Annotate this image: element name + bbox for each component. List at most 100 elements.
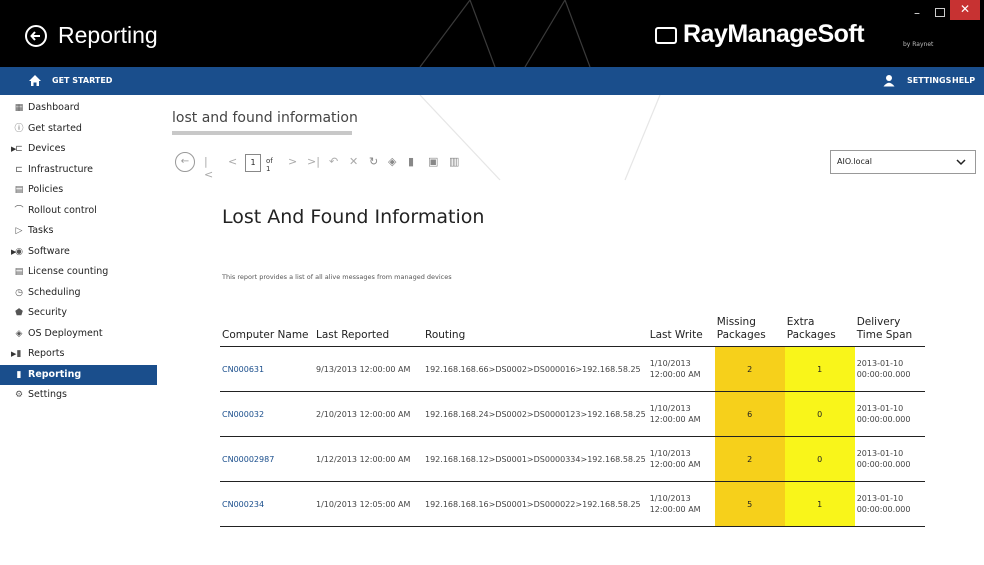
sidebar-item-label: Security xyxy=(28,307,68,318)
table-row: CN000234 1/10/2013 12:05:00 AM 192.168.1… xyxy=(220,481,925,527)
back-button[interactable] xyxy=(25,25,47,47)
sidebar-item-label: Scheduling xyxy=(28,286,81,298)
delivery-time-span-cell: 2013-01-10 00:00:00.000 xyxy=(854,481,925,527)
stop-icon[interactable]: ✕ xyxy=(349,155,358,168)
routing-cell: 192.168.168.66>DS0002>DS000016>192.168.5… xyxy=(423,346,648,392)
zoom-icon[interactable]: ◈ xyxy=(388,155,396,168)
table-row: CN000032 2/10/2013 12:00:00 AM 192.168.1… xyxy=(220,391,925,437)
first-page-icon[interactable]: |< xyxy=(204,155,213,181)
shield-icon: ⬟ xyxy=(15,308,23,318)
last-reported-cell: 9/13/2013 12:00:00 AM xyxy=(314,346,423,392)
nav-help[interactable]: HELP xyxy=(952,76,975,85)
maximize-button[interactable] xyxy=(935,8,945,17)
sidebar-item-label: License counting xyxy=(28,266,109,277)
toolbar-back-button[interactable]: ← xyxy=(175,152,195,172)
extra-packages-cell: 0 xyxy=(784,391,855,437)
minimize-button[interactable]: – xyxy=(914,6,920,20)
brand-name: RayManageSoft xyxy=(683,20,865,48)
chevron-down-icon xyxy=(956,159,966,166)
page-breadcrumb: lost and found information xyxy=(172,110,358,126)
computer-name-link[interactable]: CN000032 xyxy=(220,391,314,437)
rollout-icon: ⌒ xyxy=(14,205,24,216)
missing-packages-cell: 5 xyxy=(714,481,785,527)
sidebar-item-label: Tasks xyxy=(28,225,54,236)
nav-bar: GET STARTED SETTINGS HELP xyxy=(0,67,984,95)
sidebar-item-settings[interactable]: ⚙ Settings xyxy=(0,385,157,406)
sidebar-item-label: Settings xyxy=(28,389,67,400)
table-row: CN000631 9/13/2013 12:00:00 AM 192.168.1… xyxy=(220,346,925,392)
breadcrumb-underline xyxy=(172,131,352,135)
sidebar-item-label: Reports xyxy=(28,348,65,359)
sidebar-item-scheduling[interactable]: ◷ Scheduling xyxy=(0,283,157,304)
print-layout-icon[interactable]: ▮ xyxy=(408,155,414,168)
sidebar-item-label: Software xyxy=(28,245,70,257)
brand-logo-icon xyxy=(655,27,677,44)
last-write-cell: 1/10/2013 12:00:00 AM xyxy=(647,436,715,482)
parent-report-icon[interactable]: ↶ xyxy=(329,155,338,168)
column-header-missing-packages: Missing Packages xyxy=(716,316,766,341)
domain-select-value: AIO.local xyxy=(837,157,872,166)
sidebar-item-os-deployment[interactable]: ◈ OS Deployment xyxy=(0,324,157,345)
sidebar-item-label: Policies xyxy=(28,184,64,195)
missing-packages-cell: 2 xyxy=(714,436,785,482)
sidebar-item-reports[interactable]: ▶ ▮ Reports xyxy=(0,344,157,365)
deployment-icon: ◈ xyxy=(15,328,23,339)
last-write-cell: 1/10/2013 12:00:00 AM xyxy=(647,391,715,437)
table-row: CN00002987 1/12/2013 12:00:00 AM 192.168… xyxy=(220,436,925,482)
report-table: Computer Name Last Reported Routing Last… xyxy=(220,316,925,527)
sidebar-item-rollout-control[interactable]: ⌒ Rollout control xyxy=(0,201,157,222)
close-button[interactable]: ✕ xyxy=(950,0,980,20)
sidebar-item-reporting[interactable]: ▮ Reporting xyxy=(0,364,157,385)
column-header-routing: Routing xyxy=(425,329,466,341)
nav-settings[interactable]: SETTINGS xyxy=(907,76,951,85)
column-header-last-write: Last Write xyxy=(649,329,703,341)
clock-icon: ◷ xyxy=(15,287,23,298)
refresh-icon[interactable]: ↻ xyxy=(369,155,378,168)
sidebar-item-tasks[interactable]: ▷ Tasks xyxy=(0,221,157,242)
nav-get-started[interactable]: GET STARTED xyxy=(52,76,112,85)
computer-name-link[interactable]: CN000234 xyxy=(220,481,314,527)
last-page-icon[interactable]: >| xyxy=(307,155,320,168)
bar-chart-icon: ▮ xyxy=(16,369,22,380)
column-header-computer-name: Computer Name xyxy=(222,329,309,341)
last-write-cell: 1/10/2013 12:00:00 AM xyxy=(647,481,715,527)
routing-cell: 192.168.168.16>DS0001>DS000022>192.168.5… xyxy=(423,481,648,527)
license-icon: ▤ xyxy=(14,267,24,277)
page-number-input[interactable]: 1 xyxy=(245,154,261,172)
sidebar-item-label: Rollout control xyxy=(28,204,97,216)
computer-name-link[interactable]: CN000631 xyxy=(220,346,314,392)
sidebar-item-software[interactable]: ▶ ◉ Software xyxy=(0,242,157,263)
delivery-time-span-cell: 2013-01-10 00:00:00.000 xyxy=(854,346,925,392)
gear-icon: ⚙ xyxy=(14,390,24,400)
next-page-icon[interactable]: > xyxy=(288,155,297,168)
app-title: Reporting xyxy=(58,22,158,48)
title-bar: Reporting RayManageSoft by Raynet – ✕ xyxy=(0,0,984,67)
computer-name-link[interactable]: CN00002987 xyxy=(220,436,314,482)
previous-page-icon[interactable]: < xyxy=(228,155,237,168)
extra-packages-cell: 1 xyxy=(784,481,855,527)
print-icon[interactable]: ▥ xyxy=(449,155,459,168)
routing-cell: 192.168.168.12>DS0001>DS0000334>192.168.… xyxy=(423,436,648,482)
missing-packages-cell: 6 xyxy=(714,391,785,437)
extra-packages-cell: 1 xyxy=(784,346,855,392)
sidebar-item-license-counting[interactable]: ▤ License counting xyxy=(0,262,157,283)
tasks-icon: ▷ xyxy=(15,226,23,236)
home-icon[interactable] xyxy=(28,74,42,87)
delivery-time-span-cell: 2013-01-10 00:00:00.000 xyxy=(854,436,925,482)
report-title: Lost And Found Information xyxy=(222,206,485,228)
last-reported-cell: 1/12/2013 12:00:00 AM xyxy=(314,436,423,482)
export-icon[interactable]: ▣ xyxy=(428,155,438,168)
column-header-extra-packages: Extra Packages xyxy=(786,316,836,341)
column-header-delivery-time-span: Delivery Time Span xyxy=(856,316,913,341)
software-icon: ◉ xyxy=(15,246,23,257)
missing-packages-cell: 2 xyxy=(714,346,785,392)
last-write-cell: 1/10/2013 12:00:00 AM xyxy=(647,346,715,392)
app-window: Reporting RayManageSoft by Raynet – ✕ GE… xyxy=(0,0,984,565)
user-icon[interactable] xyxy=(883,74,895,87)
sidebar-item-security[interactable]: ⬟ Security xyxy=(0,303,157,324)
sidebar-item-label: Reporting xyxy=(28,368,82,380)
extra-packages-cell: 0 xyxy=(784,436,855,482)
last-reported-cell: 2/10/2013 12:00:00 AM xyxy=(314,391,423,437)
domain-select[interactable]: AIO.local xyxy=(830,150,976,174)
table-header-row: Computer Name Last Reported Routing Last… xyxy=(220,316,925,347)
